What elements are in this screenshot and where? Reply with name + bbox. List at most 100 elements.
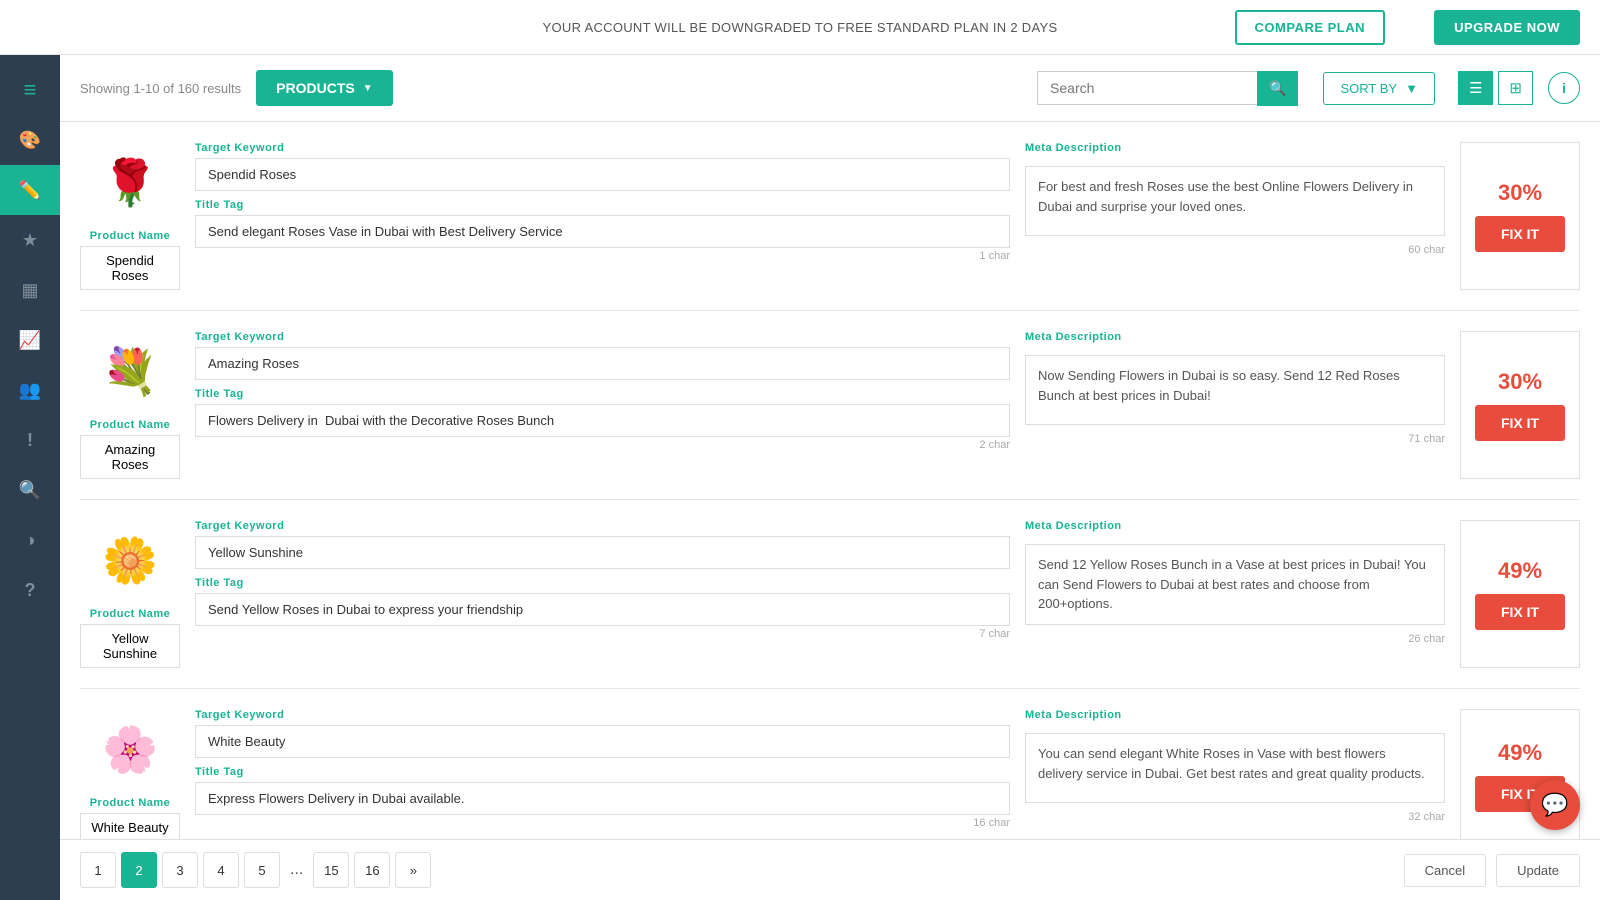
product-right: Meta Description Send 12 Yellow Roses Bu… — [1025, 520, 1445, 668]
view-toggle: ☰ ⊞ — [1458, 71, 1533, 105]
product-middle: Target Keyword Title Tag 1 char — [195, 142, 1010, 290]
product-row: 🌼 Product Name Yellow Sunshine Target Ke… — [80, 500, 1580, 689]
page-1-button[interactable]: 1 — [80, 852, 116, 888]
title-tag-input[interactable] — [195, 404, 1010, 437]
update-button[interactable]: Update — [1496, 854, 1580, 887]
pagination-actions: Cancel Update — [1404, 854, 1580, 887]
page-3-button[interactable]: 3 — [162, 852, 198, 888]
meta-desc-text: Send 12 Yellow Roses Bunch in a Vase at … — [1025, 544, 1445, 625]
product-name-label: Product Name — [90, 608, 171, 620]
product-image: 🌸 — [90, 709, 170, 789]
sort-by-button[interactable]: SORT BY ▼ — [1323, 72, 1434, 105]
banner-text: YOUR ACCOUNT WILL BE DOWNGRADED TO FREE … — [543, 20, 1058, 35]
meta-desc-label: Meta Description — [1025, 142, 1445, 154]
meta-char-count: 32 char — [1025, 811, 1445, 823]
title-tag-label: Title Tag — [195, 766, 1010, 778]
target-keyword-label: Target Keyword — [195, 709, 1010, 721]
page-15-button[interactable]: 15 — [313, 852, 349, 888]
sidebar-item-users[interactable]: 👥 — [0, 365, 60, 415]
product-name-value: Yellow Sunshine — [80, 624, 180, 668]
list-view-button[interactable]: ☰ — [1458, 71, 1493, 105]
product-name-label: Product Name — [90, 797, 171, 809]
search-container: 🔍 — [1037, 71, 1298, 106]
product-middle: Target Keyword Title Tag 7 char — [195, 520, 1010, 668]
title-tag-input[interactable] — [195, 593, 1010, 626]
page-5-button[interactable]: 5 — [244, 852, 280, 888]
product-name-label: Product Name — [90, 230, 171, 242]
upgrade-now-button[interactable]: UPGRADE NOW — [1434, 10, 1580, 45]
page-4-button[interactable]: 4 — [203, 852, 239, 888]
product-image-col: 🌸 Product Name White Beauty — [80, 709, 180, 842]
results-count: Showing 1-10 of 160 results — [80, 81, 241, 96]
meta-desc-label: Meta Description — [1025, 331, 1445, 343]
sidebar-item-search[interactable]: 🔍 — [0, 465, 60, 515]
page-next-button[interactable]: » — [395, 852, 431, 888]
chat-button[interactable]: 💬 — [1530, 780, 1580, 830]
sidebar-item-analytics[interactable]: 📈 — [0, 315, 60, 365]
product-right: Meta Description For best and fresh Rose… — [1025, 142, 1445, 290]
pagination-bar: 1 2 3 4 5 ... 15 16 » Cancel Update — [60, 839, 1600, 900]
products-dropdown-button[interactable]: PRODUCTS ▼ — [256, 70, 392, 106]
score-value: 49% — [1498, 740, 1542, 766]
grid-view-button[interactable]: ⊞ — [1498, 71, 1533, 105]
target-keyword-input[interactable] — [195, 347, 1010, 380]
product-row: 🌹 Product Name Spendid Roses Target Keyw… — [80, 122, 1580, 311]
info-button[interactable]: i — [1548, 72, 1580, 104]
product-image-col: 💐 Product Name Amazing Roses — [80, 331, 180, 479]
product-image: 🌼 — [90, 520, 170, 600]
score-fix-col: 49% FIX IT — [1460, 520, 1580, 668]
product-image-col: 🌹 Product Name Spendid Roses — [80, 142, 180, 290]
page-2-button[interactable]: 2 — [121, 852, 157, 888]
title-char-count: 7 char — [195, 628, 1010, 640]
cancel-button[interactable]: Cancel — [1404, 854, 1486, 887]
main-layout: ≡ 🎨 ✏️ ★ ▦ 📈 👥 ! 🔍 ◑ ? Showing 1-10 of 1… — [0, 55, 1600, 900]
product-right: Meta Description Now Sending Flowers in … — [1025, 331, 1445, 479]
title-tag-label: Title Tag — [195, 388, 1010, 400]
sidebar-item-help[interactable]: ? — [0, 565, 60, 615]
meta-desc-text: You can send elegant White Roses in Vase… — [1025, 733, 1445, 803]
product-right: Meta Description You can send elegant Wh… — [1025, 709, 1445, 842]
sortby-arrow-icon: ▼ — [1405, 81, 1418, 96]
top-banner: YOUR ACCOUNT WILL BE DOWNGRADED TO FREE … — [0, 0, 1600, 55]
search-button[interactable]: 🔍 — [1257, 71, 1298, 106]
target-keyword-label: Target Keyword — [195, 520, 1010, 532]
product-row: 💐 Product Name Amazing Roses Target Keyw… — [80, 311, 1580, 500]
target-keyword-label: Target Keyword — [195, 142, 1010, 154]
search-input[interactable] — [1037, 71, 1257, 105]
sidebar-item-palette[interactable]: 🎨 — [0, 115, 60, 165]
sidebar-item-chart[interactable]: ▦ — [0, 265, 60, 315]
title-tag-label: Title Tag — [195, 577, 1010, 589]
fix-it-button[interactable]: FIX IT — [1475, 594, 1565, 630]
page-16-button[interactable]: 16 — [354, 852, 390, 888]
sidebar-item-star[interactable]: ★ — [0, 215, 60, 265]
target-keyword-input[interactable] — [195, 536, 1010, 569]
meta-desc-text: Now Sending Flowers in Dubai is so easy.… — [1025, 355, 1445, 425]
product-name-label: Product Name — [90, 419, 171, 431]
toolbar: Showing 1-10 of 160 results PRODUCTS ▼ 🔍… — [60, 55, 1600, 122]
product-middle: Target Keyword Title Tag 2 char — [195, 331, 1010, 479]
product-row: 🌸 Product Name White Beauty Target Keywo… — [80, 689, 1580, 863]
meta-char-count: 26 char — [1025, 633, 1445, 645]
compare-plan-button[interactable]: COMPARE PLAN — [1235, 10, 1385, 45]
product-name-value: White Beauty — [80, 813, 180, 842]
fix-it-button[interactable]: FIX IT — [1475, 216, 1565, 252]
product-image: 🌹 — [90, 142, 170, 222]
title-char-count: 2 char — [195, 439, 1010, 451]
title-char-count: 1 char — [195, 250, 1010, 262]
sidebar-item-edit[interactable]: ✏️ — [0, 165, 60, 215]
title-tag-input[interactable] — [195, 782, 1010, 815]
title-tag-input[interactable] — [195, 215, 1010, 248]
title-tag-label: Title Tag — [195, 199, 1010, 211]
fix-it-button[interactable]: FIX IT — [1475, 405, 1565, 441]
target-keyword-input[interactable] — [195, 158, 1010, 191]
target-keyword-input[interactable] — [195, 725, 1010, 758]
sidebar-item-alert[interactable]: ! — [0, 415, 60, 465]
dropdown-arrow-icon: ▼ — [363, 83, 373, 94]
meta-desc-text: For best and fresh Roses use the best On… — [1025, 166, 1445, 236]
meta-desc-label: Meta Description — [1025, 709, 1445, 721]
product-name-value: Spendid Roses — [80, 246, 180, 290]
product-image-col: 🌼 Product Name Yellow Sunshine — [80, 520, 180, 668]
score-value: 49% — [1498, 558, 1542, 584]
sidebar-item-menu[interactable]: ≡ — [0, 65, 60, 115]
sidebar-item-pie[interactable]: ◑ — [0, 515, 60, 565]
